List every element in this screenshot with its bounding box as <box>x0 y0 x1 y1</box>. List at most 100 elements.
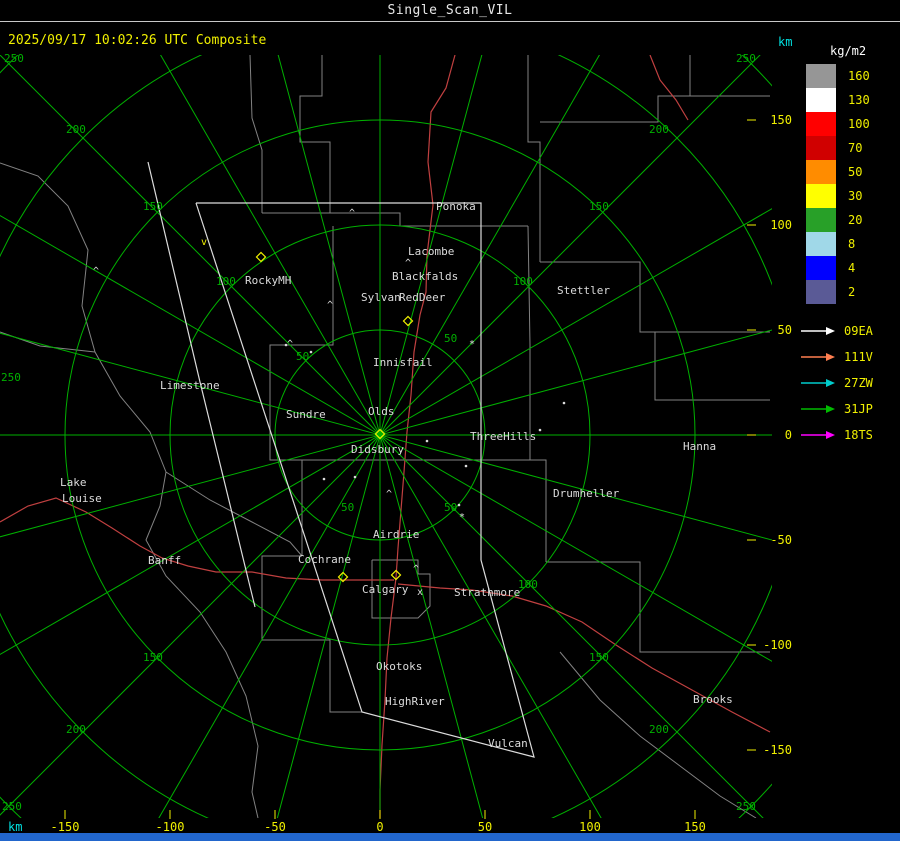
range-label: 250 <box>1 371 21 384</box>
right-axis-tick-label: 150 <box>770 113 792 127</box>
city-label: Airdrie <box>373 528 419 541</box>
city-label: RockyMH <box>245 274 291 287</box>
legend-color-swatch <box>806 112 836 136</box>
city-label: Lake <box>60 476 87 489</box>
pointer-id-label: 09EA <box>844 324 873 338</box>
range-label: 200 <box>66 123 86 136</box>
legend-units-label: kg/m2 <box>830 44 867 58</box>
legend-value-label: 100 <box>848 117 870 131</box>
legend-color-swatch <box>806 64 836 88</box>
legend-entry: 30 <box>800 184 900 208</box>
city-label: RedDeer <box>399 291 446 304</box>
range-label: 50 <box>341 501 354 514</box>
color-scale-legend: kg/m2 160 130 100 70 50 30 20 8 4 2 09EA 111V 27ZW 3… <box>800 44 900 448</box>
legend-color-swatch <box>806 232 836 256</box>
city-label: Vulcan <box>488 737 528 750</box>
legend-value-label: 70 <box>848 141 863 155</box>
legend-entry: 70 <box>800 136 900 160</box>
pointer-legend-item: 31JP <box>800 396 900 422</box>
city-label: Blackfalds <box>392 270 458 283</box>
legend-entry: 160 <box>800 64 900 88</box>
pointer-arrow-icon <box>801 379 835 387</box>
legend-color-swatch <box>806 256 836 280</box>
legend-color-swatch <box>806 136 836 160</box>
city-label: Drumheller <box>553 487 620 500</box>
city-label: Ponoka <box>436 200 476 213</box>
range-label: 50 <box>296 350 309 363</box>
app-window: Single_Scan_VIL 2025/09/17 10:02:26 UTC … <box>0 0 900 841</box>
city-label: Sundre <box>286 408 326 421</box>
point-marker-dot-icon <box>284 343 288 347</box>
point-marker-asterisk-icon: * <box>459 512 465 523</box>
pointer-arrow-icon <box>801 353 835 361</box>
legend-entry: 50 <box>800 160 900 184</box>
city-label: HighRiver <box>385 695 445 708</box>
range-label: 100 <box>513 275 533 288</box>
legend-value-label: 20 <box>848 213 863 227</box>
city-label: ThreeHills <box>470 430 536 443</box>
bottom-axis-tick-label: -150 <box>50 820 80 834</box>
pointer-arrow-icon <box>801 405 835 413</box>
city-label: Calgary <box>362 583 409 596</box>
legend-color-swatch <box>806 280 836 304</box>
legend-value-label: 50 <box>848 165 863 179</box>
city-label: Lacombe <box>408 245 454 258</box>
point-marker-dot-icon <box>309 350 313 354</box>
point-marker-dot-icon <box>425 439 429 443</box>
city-label: Sylvan <box>361 291 401 304</box>
pointer-legend-item: 27ZW <box>800 370 900 396</box>
legend-entry: 2 <box>800 280 900 304</box>
range-label: 100 <box>518 578 538 591</box>
point-marker-caret-icon: ^ <box>405 258 411 269</box>
range-label: 200 <box>649 123 669 136</box>
pointer-id-label: 31JP <box>844 402 873 416</box>
city-labels: Ponoka Lacombe Blackfalds SylvanRedDeer Stet… <box>60 200 733 750</box>
range-label: 150 <box>143 200 163 213</box>
point-marker-dot-icon <box>464 464 468 468</box>
point-marker-dot-icon <box>562 401 566 405</box>
pointer-legend-item: 18TS <box>800 422 900 448</box>
axis-unit-bottom-left: km <box>8 820 23 834</box>
range-label: 100 <box>216 275 236 288</box>
legend-value-label: 4 <box>848 261 856 275</box>
city-label: Banff <box>148 554 181 567</box>
legend-entries: 160 130 100 70 50 30 20 8 4 2 <box>800 64 900 304</box>
city-label: Hanna <box>683 440 716 453</box>
legend-entry: 20 <box>800 208 900 232</box>
axis-tick-marks <box>64 119 756 819</box>
bottom-axis-tick-label: -100 <box>155 820 185 834</box>
range-label: 250 <box>4 52 24 65</box>
legend-value-label: 2 <box>848 285 856 299</box>
city-label: Limestone <box>160 379 220 392</box>
point-marker-cross-icon: x <box>417 587 423 598</box>
radar-map[interactable]: 250 250 200 200 150 150 100 100 50 50 250 50 50 100 15… <box>0 0 772 841</box>
range-label: 150 <box>143 651 163 664</box>
pointer-legend-item: 111V <box>800 344 900 370</box>
city-label: Louise <box>62 492 102 505</box>
legend-value-label: 160 <box>848 69 870 83</box>
point-marker-caret-icon: ^ <box>93 266 99 277</box>
city-label: Cochrane <box>298 553 351 566</box>
right-axis-tick-label: 100 <box>770 218 792 232</box>
city-label: Strathmore <box>454 586 520 599</box>
right-axis-labels: 150 100 50 0 -50 -100 -150 <box>750 0 794 830</box>
point-marker-dot-icon <box>538 428 542 432</box>
range-label: 150 <box>589 651 609 664</box>
city-label: Stettler <box>557 284 610 297</box>
pointer-id-label: 111V <box>844 350 873 364</box>
bottom-axis-tick-label: 50 <box>477 820 493 834</box>
right-axis-tick-label: -100 <box>763 638 792 652</box>
legend-entry: 4 <box>800 256 900 280</box>
range-label: 150 <box>589 200 609 213</box>
city-label: Brooks <box>693 693 733 706</box>
legend-color-swatch <box>806 208 836 232</box>
right-axis-tick-label: -150 <box>763 743 792 757</box>
legend-entry: 130 <box>800 88 900 112</box>
pointer-legend-item: 09EA <box>800 318 900 344</box>
right-axis-tick-label: 50 <box>777 323 792 337</box>
pointer-arrow-icon <box>801 327 835 335</box>
pointer-id-label: 27ZW <box>844 376 873 390</box>
point-marker-caret-icon: ^ <box>413 564 419 575</box>
legend-color-swatch <box>806 88 836 112</box>
pointer-id-label: 18TS <box>844 428 873 442</box>
